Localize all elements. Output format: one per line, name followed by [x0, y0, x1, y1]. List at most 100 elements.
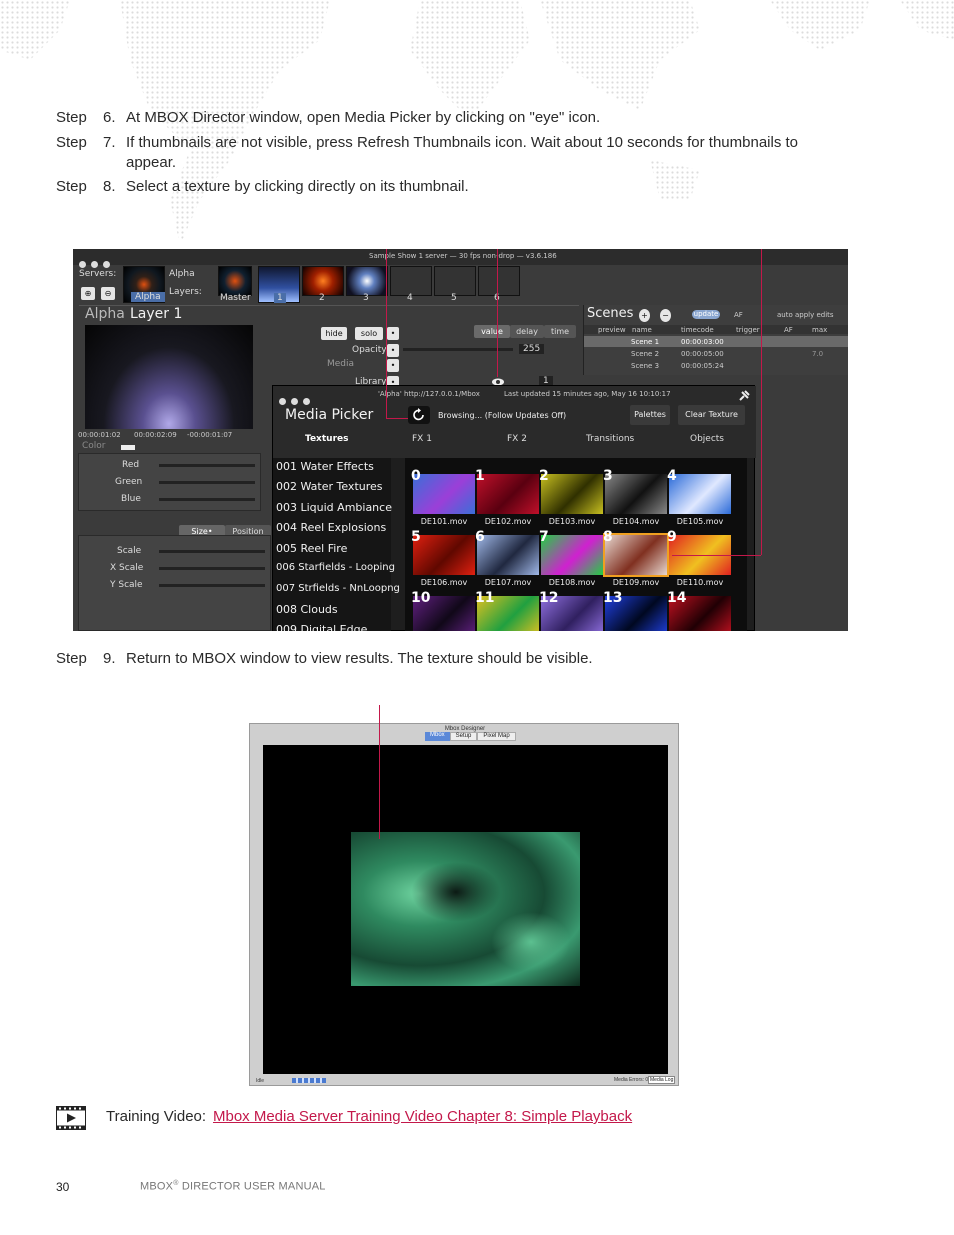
opacity-value[interactable]: 255: [519, 344, 545, 354]
list-item[interactable]: 006 Starfields - Looping: [276, 562, 395, 573]
y-scale-slider[interactable]: [159, 584, 265, 587]
list-item[interactable]: 004 Reel Explosions: [276, 521, 386, 534]
media-thumbnail[interactable]: 3: [603, 468, 667, 514]
remove-scene-button[interactable]: −: [660, 309, 671, 322]
mbox-designer-screenshot: Mbox Designer Mbox Setup Pixel Map Idle …: [249, 723, 679, 1086]
tab-fx1[interactable]: FX 1: [412, 434, 432, 444]
thumbnail-number: 13: [603, 590, 623, 606]
list-item[interactable]: 003 Liquid Ambiance: [276, 501, 392, 514]
media-picker-title: Media Picker: [285, 407, 374, 423]
thumbnail-number: 7: [539, 529, 549, 545]
media-thumbnail[interactable]: 7: [539, 529, 603, 575]
scene-name: Scene 1: [631, 338, 660, 346]
media-thumbnail[interactable]: 10: [411, 590, 475, 631]
thumbnail-number: 2: [539, 468, 549, 484]
solo-button[interactable]: solo: [355, 327, 383, 340]
media-thumbnail[interactable]: 1: [475, 468, 539, 514]
media-log-button[interactable]: Media Log: [648, 1076, 676, 1084]
green-slider[interactable]: [159, 481, 255, 484]
tab-setup[interactable]: Setup: [449, 732, 478, 741]
layer-5-number[interactable]: 5: [451, 293, 457, 303]
thumbnail-number: 12: [539, 590, 559, 606]
thumbnail-caption: DE101.mov: [420, 517, 468, 526]
mbox-status-left: Idle: [256, 1078, 265, 1084]
tab-pixel-map[interactable]: Pixel Map: [477, 732, 516, 741]
list-item[interactable]: 001 Water Effects: [276, 460, 374, 473]
palettes-button[interactable]: Palettes: [630, 405, 670, 425]
red-slider[interactable]: [159, 464, 255, 467]
layer-1-number[interactable]: 1: [274, 293, 286, 303]
tab-textures[interactable]: Textures: [305, 434, 348, 444]
col-trigger: trigger: [736, 326, 760, 334]
scale-slider[interactable]: [159, 550, 265, 553]
layer-4-thumbnail[interactable]: [390, 266, 432, 296]
media-thumbnail[interactable]: 13: [603, 590, 667, 631]
servers-label: Servers:: [79, 269, 117, 279]
thumbnail-number: 5: [411, 529, 421, 545]
list-item[interactable]: 009 Digital Edge: [276, 623, 367, 631]
af-checkbox[interactable]: AF: [734, 311, 743, 319]
blue-label: Blue: [121, 494, 141, 504]
list-item[interactable]: 002 Water Textures: [276, 480, 383, 493]
layer-3-thumbnail[interactable]: [346, 266, 388, 296]
table-row[interactable]: Scene 2 00:00:05:00 7.0: [584, 348, 848, 359]
media-thumbnail[interactable]: 14: [667, 590, 731, 631]
thumbnail-number: 11: [475, 590, 495, 606]
add-server-button[interactable]: ⊕: [81, 287, 95, 300]
table-row[interactable]: Scene 1 00:00:03:00: [584, 336, 848, 347]
solo-toggle[interactable]: •: [387, 327, 399, 340]
layer-5-thumbnail[interactable]: [434, 266, 476, 296]
opacity-key-button[interactable]: •: [387, 344, 399, 357]
list-item[interactable]: 005 Reel Fire: [276, 542, 347, 555]
clear-texture-button[interactable]: Clear Texture: [678, 405, 745, 425]
add-scene-button[interactable]: +: [639, 309, 650, 322]
time-tab[interactable]: time: [544, 325, 576, 338]
table-row[interactable]: Scene 3 00:00:05:24: [584, 360, 848, 371]
tab-objects[interactable]: Objects: [690, 434, 724, 444]
media-thumbnail[interactable]: 8: [603, 529, 669, 577]
tab-mbox[interactable]: Mbox: [425, 732, 450, 741]
layer-2-number[interactable]: 2: [319, 293, 325, 303]
scenes-header-row: preview name timecode trigger AF max: [584, 325, 848, 334]
update-button[interactable]: update: [692, 310, 720, 319]
media-thumbnail[interactable]: 12: [539, 590, 603, 631]
pin-icon[interactable]: [737, 389, 751, 403]
tab-transitions[interactable]: Transitions: [586, 434, 634, 444]
media-thumbnail[interactable]: 2: [539, 468, 603, 514]
server-tab-alpha[interactable]: Alpha: [131, 292, 165, 302]
list-item[interactable]: 008 Clouds: [276, 603, 338, 616]
auto-apply-checkbox[interactable]: auto apply edits: [777, 311, 834, 319]
layer-3-number[interactable]: 3: [363, 293, 369, 303]
refresh-thumbnails-button[interactable]: [408, 406, 430, 424]
media-key-button[interactable]: •: [387, 359, 399, 372]
master-thumbnail[interactable]: [218, 266, 252, 296]
col-max: max: [812, 326, 828, 334]
media-thumbnail[interactable]: 5: [411, 529, 475, 575]
timecode-total: 00:00:02:09: [134, 431, 177, 439]
size-panel: Scale X Scale Y Scale: [78, 535, 271, 631]
callout-line-thumbnail: [761, 249, 762, 555]
tab-fx2[interactable]: FX 2: [507, 434, 527, 444]
media-picker-url: 'Alpha' http://127.0.0.1/Mbox: [378, 390, 480, 398]
media-thumbnail[interactable]: 4: [667, 468, 731, 514]
media-thumbnail[interactable]: 6: [475, 529, 539, 575]
training-video-link[interactable]: Mbox Media Server Training Video Chapter…: [213, 1108, 632, 1125]
delay-tab[interactable]: delay: [510, 325, 544, 338]
list-item[interactable]: 007 Strfields - NnLoopng: [276, 583, 400, 594]
layer-4-number[interactable]: 4: [407, 293, 413, 303]
browsing-status: Browsing... (Follow Updates Off): [438, 411, 567, 420]
color-swatch[interactable]: [121, 445, 135, 450]
x-scale-slider[interactable]: [159, 567, 265, 570]
blue-slider[interactable]: [159, 498, 255, 501]
layer-2-thumbnail[interactable]: [302, 266, 344, 296]
hide-button[interactable]: hide: [321, 327, 347, 340]
media-thumbnail[interactable]: 0: [411, 468, 475, 514]
step-label: Step: [56, 134, 87, 151]
callout-line-eye: [497, 249, 498, 377]
step-number: 8.: [103, 178, 116, 195]
thumbnail-caption: DE110.mov: [676, 578, 724, 587]
remove-server-button[interactable]: ⊖: [101, 287, 115, 300]
media-thumbnail[interactable]: 11: [475, 590, 539, 631]
layer-6-thumbnail[interactable]: [478, 266, 520, 296]
value-tab[interactable]: value: [474, 325, 510, 338]
